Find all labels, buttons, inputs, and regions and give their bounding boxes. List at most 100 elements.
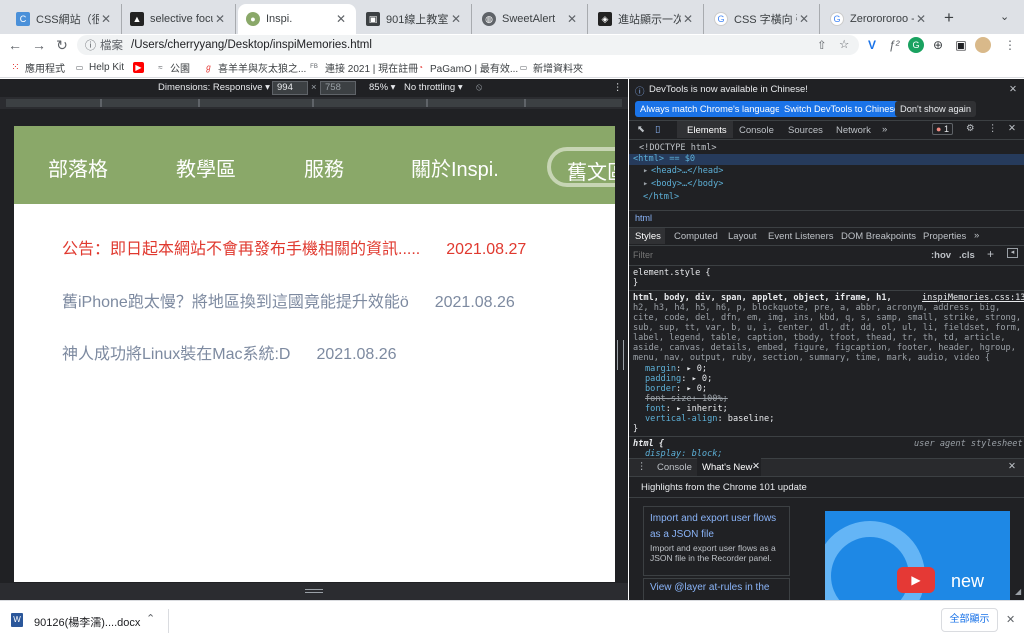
dom-head-node[interactable]: <head>…</head> xyxy=(651,166,723,176)
tab-dom-breakpoints[interactable]: DOM Breakpoints xyxy=(841,231,916,242)
tab-0[interactable]: C CSS網站（很多）| ✕ xyxy=(8,4,122,34)
whats-new-card-1[interactable]: Import and export user flows as a JSON f… xyxy=(643,506,790,576)
tab-7[interactable]: G Zerorororoo - Go ✕ xyxy=(822,4,936,34)
tab-layout[interactable]: Layout xyxy=(728,231,757,242)
rule-selector-line[interactable]: sub, sup, tt, var, b, u, i, center, dl, … xyxy=(633,323,1021,333)
resize-grip-icon[interactable] xyxy=(305,589,323,593)
decl-border[interactable]: border: ▸ 0; xyxy=(645,384,707,394)
bookmark-connect[interactable]: FB 連接 2021 | 現在註冊 xyxy=(307,60,418,75)
decl-font[interactable]: font: ▸ inherit; xyxy=(645,404,728,414)
youtube-play-icon[interactable]: ▶ xyxy=(897,567,935,593)
breadcrumb[interactable]: html xyxy=(635,213,652,223)
bookmark-youtube[interactable]: ▶ xyxy=(133,60,148,74)
address-bar[interactable]: ⓘ 檔案 /Users/cherryyang/Desktop/inspiMemo… xyxy=(77,35,859,55)
url-text[interactable]: /Users/cherryyang/Desktop/inspiMemories.… xyxy=(131,39,372,51)
dimensions-select[interactable]: Dimensions: Responsive ▾ xyxy=(158,82,270,93)
bookmark-star-icon[interactable]: ☆ xyxy=(839,37,849,51)
rule-source-link[interactable]: inspiMemories.css:13 xyxy=(922,293,1024,303)
rule-selector-line[interactable]: h2, h3, h4, h5, h6, p, blockquote, pre, … xyxy=(633,303,1000,313)
tab-styles[interactable]: Styles xyxy=(635,231,661,242)
forward-arrow-icon[interactable]: → xyxy=(28,34,50,56)
more-tabs-icon[interactable]: » xyxy=(974,230,979,241)
close-icon[interactable]: ✕ xyxy=(914,12,928,26)
devtools-menu-icon[interactable]: ⋮ xyxy=(988,123,998,134)
rule-selector-line[interactable]: menu, nav, output, ruby, section, summar… xyxy=(633,353,990,363)
tab-3[interactable]: ▣ 901線上教室 ✕ xyxy=(358,4,472,34)
news-item-2[interactable]: 神人成功將Linux裝在Mac系統:D 2021.08.26 xyxy=(62,340,397,364)
decl-font-size-overridden[interactable]: font-size: 100%; xyxy=(645,394,728,404)
zoom-select[interactable]: 85% ▾ xyxy=(369,82,395,93)
back-arrow-icon[interactable]: ← xyxy=(4,34,26,56)
close-devtools-icon[interactable]: ✕ xyxy=(1008,123,1016,134)
extensions-puzzle-icon[interactable] xyxy=(933,37,949,53)
expand-triangle-icon[interactable]: ▸ xyxy=(643,166,648,176)
tab-4[interactable]: ◍ SweetAlert ✕ xyxy=(474,4,588,34)
rule-selector-line[interactable]: label, legend, table, caption, tbody, tf… xyxy=(633,333,1006,343)
vimeo-extension-icon[interactable]: V xyxy=(864,37,880,53)
tab-computed[interactable]: Computed xyxy=(674,231,718,242)
dom-body-node[interactable]: <body>…</body> xyxy=(651,179,723,189)
drawer-menu-icon[interactable]: ⋮ xyxy=(637,461,647,472)
bookmark-new-folder[interactable]: ▭ 新增資料夾 xyxy=(518,60,583,75)
expand-triangle-icon[interactable]: ▸ xyxy=(643,179,648,189)
ua-rule-selector[interactable]: html { xyxy=(633,439,664,449)
tab-2-active[interactable]: ● Inspi. ✕ xyxy=(238,4,356,34)
ua-decl-display[interactable]: display: block; xyxy=(645,449,723,458)
tab-network[interactable]: Network xyxy=(836,125,871,136)
resize-corner-icon[interactable]: ◢ xyxy=(1015,587,1021,596)
tab-search-chevron-icon[interactable]: ⌄ xyxy=(1000,10,1009,23)
reload-icon[interactable]: ↻ xyxy=(51,34,73,56)
nav-blog[interactable]: 部落格 xyxy=(48,153,108,182)
menu-dots-icon[interactable]: ⋮ xyxy=(1002,37,1018,53)
close-icon[interactable]: ✕ xyxy=(99,12,113,26)
share-icon[interactable]: ⇧ xyxy=(817,38,827,52)
bookmark-pagamo[interactable]: ◔ PaGamO | 最有效... xyxy=(415,60,518,75)
rule-selector-line[interactable]: cite, code, del, dfn, em, img, ins, kbd,… xyxy=(633,313,1021,323)
close-icon[interactable]: ✕ xyxy=(1006,613,1015,626)
bookmark-xiyangyang[interactable]: ℊ 喜羊羊與灰太狼之... xyxy=(203,60,307,75)
sidepanel-icon[interactable]: ▣ xyxy=(953,37,969,53)
tab-event-listeners[interactable]: Event Listeners xyxy=(768,231,833,242)
tab-sources[interactable]: Sources xyxy=(788,125,823,136)
close-icon[interactable]: ✕ xyxy=(797,12,811,26)
news-item-1[interactable]: 舊iPhone跑太慢？將地區換到這國竟能提升效能ö 2021.08.26 xyxy=(62,288,515,312)
bookmark-park[interactable]: ≈ 公園 xyxy=(155,60,190,75)
grammarly-extension-icon[interactable]: G xyxy=(908,37,924,53)
whats-new-card-2[interactable]: View @layer at-rules in the xyxy=(643,578,790,600)
close-drawer-icon[interactable]: ✕ xyxy=(1008,461,1016,472)
error-counter[interactable]: ● 1 xyxy=(932,123,953,135)
nav-service[interactable]: 服務 xyxy=(304,153,344,182)
add-rule-plus-icon[interactable]: + xyxy=(987,247,994,261)
class-toggle[interactable]: .cls xyxy=(959,250,975,261)
card-title[interactable]: View @layer at-rules in the xyxy=(650,582,769,593)
device-mode-icon[interactable]: ▯ xyxy=(655,124,660,135)
close-icon[interactable]: ✕ xyxy=(334,12,348,26)
tab-elements[interactable]: Elements xyxy=(687,125,727,136)
rotate-icon[interactable]: ⦸ xyxy=(476,82,482,93)
viewport-height-input[interactable]: 758 xyxy=(320,81,356,95)
drawer-tab-console[interactable]: Console xyxy=(657,462,692,473)
tab-6[interactable]: G CSS 字橫向 強制 ✕ xyxy=(706,4,820,34)
inspect-cursor-icon[interactable]: ⬉ xyxy=(637,124,645,135)
drawer-tab-whats-new[interactable]: What's New xyxy=(702,462,752,473)
viewport-side-resize-handle[interactable] xyxy=(617,340,624,370)
more-tabs-icon[interactable]: » xyxy=(882,124,887,135)
media-query-ruler[interactable] xyxy=(0,97,628,109)
close-icon[interactable]: ✕ xyxy=(449,12,463,26)
viewport-width-input[interactable]: 994 xyxy=(272,81,308,95)
styles-filter-input[interactable] xyxy=(633,248,913,262)
element-style-selector[interactable]: element.style { xyxy=(633,268,711,278)
close-icon[interactable]: ✕ xyxy=(565,12,579,26)
tab-5[interactable]: ◈ 進站顯示一次就好 ✕ xyxy=(590,4,704,34)
viewport-resize-bar[interactable] xyxy=(0,583,628,600)
new-tab-plus-icon[interactable]: + xyxy=(944,8,954,28)
match-language-button[interactable]: Always match Chrome's language xyxy=(635,101,786,117)
nav-about[interactable]: 關於Inspi. xyxy=(411,153,499,182)
close-icon[interactable]: ✕ xyxy=(213,12,227,26)
settings-gear-icon[interactable]: ⚙ xyxy=(966,123,975,134)
close-icon[interactable]: ✕ xyxy=(681,12,695,26)
bookmark-apps[interactable]: ⁙ 應用程式 xyxy=(10,60,65,75)
decl-margin[interactable]: margin: ▸ 0; xyxy=(645,364,707,374)
rule-selector-line[interactable]: html, body, div, span, applet, object, i… xyxy=(633,293,892,303)
toggle-sidebar-icon[interactable]: ◂ xyxy=(1007,248,1018,258)
